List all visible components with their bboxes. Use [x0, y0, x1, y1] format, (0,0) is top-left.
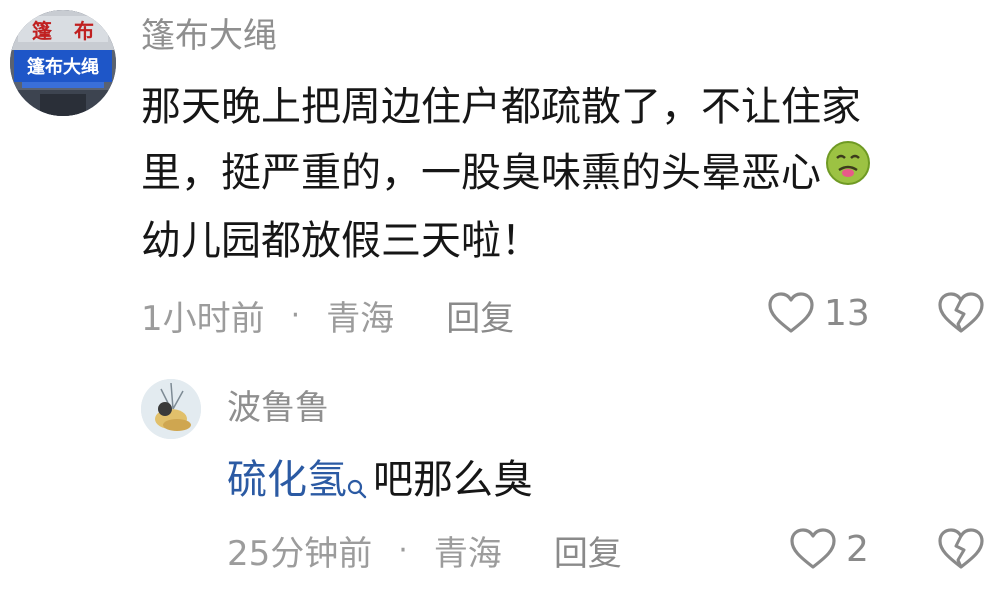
like-count: 2: [846, 528, 869, 570]
meta-separator: ·: [398, 532, 408, 568]
avatar[interactable]: 篷 布 篷布大绳: [10, 10, 116, 116]
broken-heart-icon: [938, 292, 984, 338]
svg-text:篷: 篷: [32, 19, 53, 43]
comment-text-line: 里，挺严重的，一股臭味熏的头晕恶心: [141, 140, 871, 205]
reply-button[interactable]: 回复: [446, 291, 514, 340]
comment-username[interactable]: 波鲁鲁: [227, 388, 329, 428]
broken-heart-icon: [938, 528, 984, 574]
search-keyword-link[interactable]: 硫化氢: [227, 457, 347, 503]
like-button[interactable]: 13: [768, 292, 870, 334]
avatar[interactable]: [141, 379, 201, 439]
comment-text-line: 幼儿园都放假三天啦！: [141, 218, 541, 264]
nauseated-face-icon: [825, 140, 871, 205]
like-button[interactable]: 2: [790, 528, 869, 570]
comment-meta: 1小时前 · 青海 回复: [141, 295, 514, 339]
comment-username[interactable]: 篷布大绳: [141, 16, 277, 56]
meta-separator: ·: [290, 297, 301, 333]
comment-time: 25分钟前: [227, 533, 373, 574]
avatar-sign-text: 篷布大绳: [27, 56, 99, 78]
avatar-image: [141, 379, 201, 439]
like-count: 13: [824, 292, 870, 334]
dislike-button[interactable]: [938, 292, 984, 338]
comment-text-segment: 吧那么臭: [373, 457, 533, 503]
comment-text-segment: 里，挺严重的，一股臭味熏的头晕恶心: [141, 150, 821, 196]
comment-location: 青海: [433, 533, 502, 574]
comment-text-line: 硫化氢 吧那么臭: [227, 449, 533, 520]
comment-meta: 25分钟前 · 青海 回复: [227, 530, 622, 574]
heart-icon: [790, 528, 836, 570]
reply-button[interactable]: 回复: [554, 526, 622, 575]
comment-text-line: 那天晚上把周边住户都疏散了，不让住家: [141, 84, 861, 130]
avatar-image: 篷 布 篷布大绳: [10, 10, 116, 116]
dislike-button[interactable]: [938, 528, 984, 574]
svg-text:布: 布: [74, 19, 94, 43]
heart-icon: [768, 292, 814, 334]
search-icon: [347, 457, 367, 520]
comment-time: 1小时前: [141, 298, 265, 339]
comment-location: 青海: [326, 298, 395, 339]
